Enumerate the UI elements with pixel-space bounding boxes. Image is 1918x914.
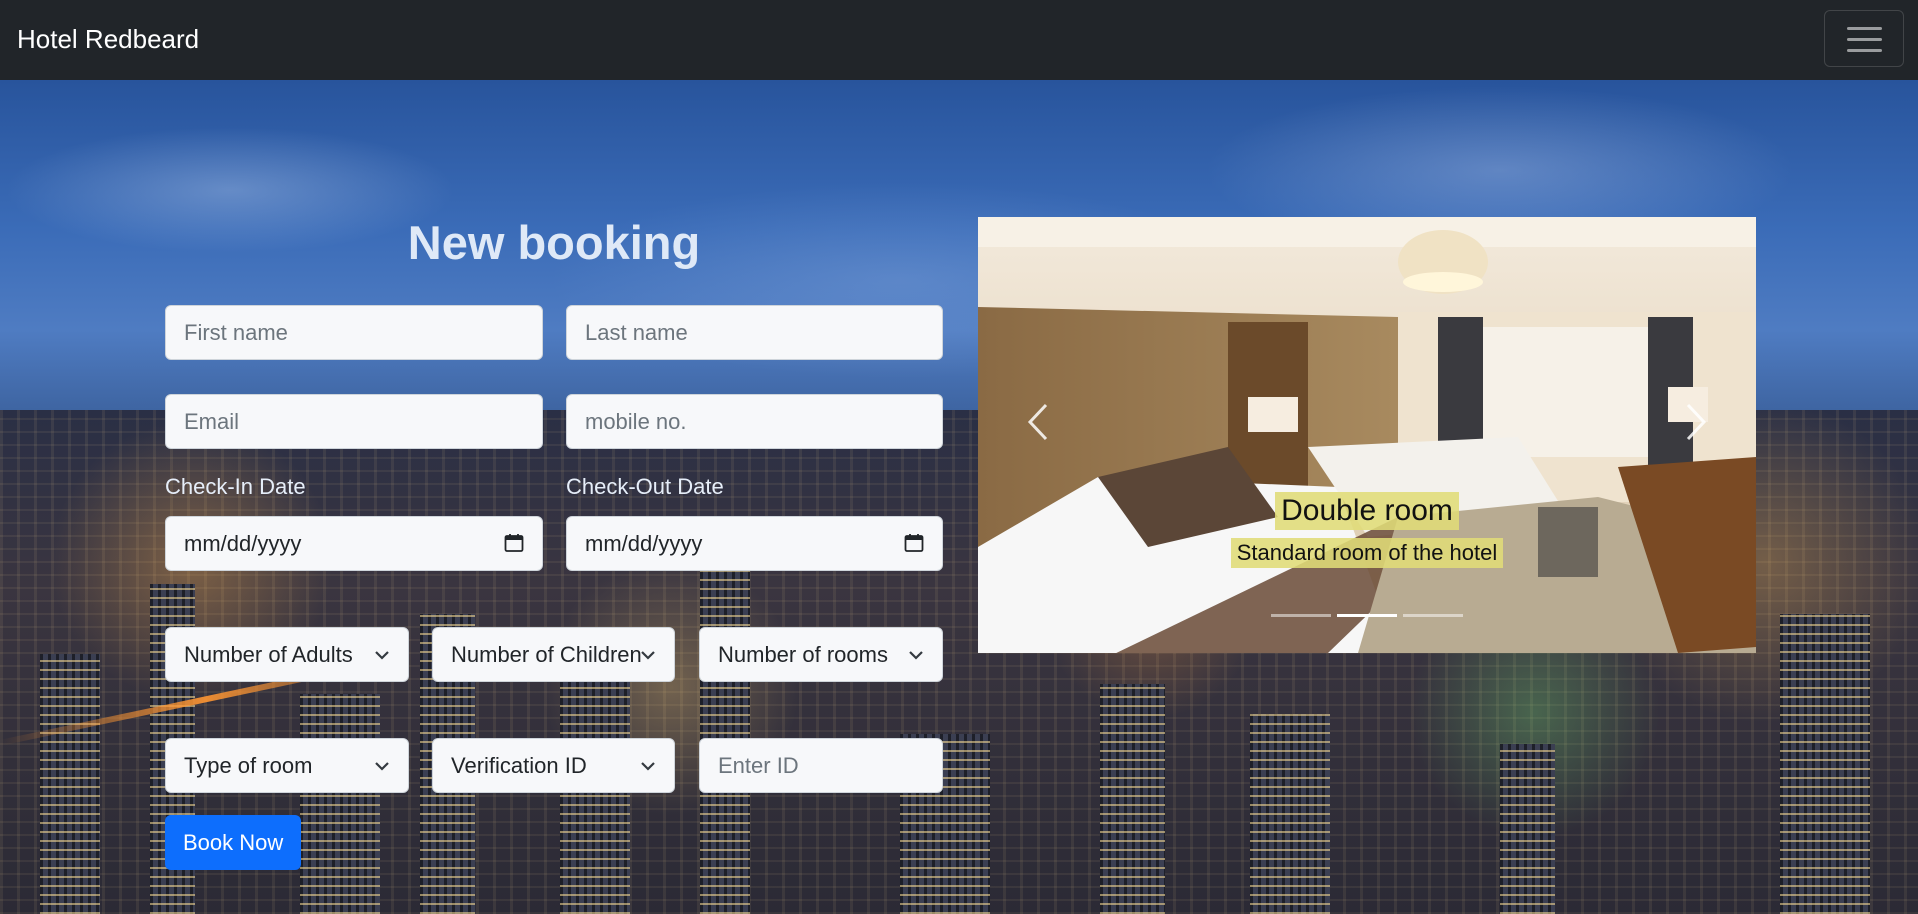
mobile-input[interactable] <box>566 394 943 449</box>
checkout-date-input[interactable]: mm/dd/yyyy <box>566 516 943 571</box>
email-input[interactable] <box>165 394 543 449</box>
checkin-date-value: mm/dd/yyyy <box>184 531 302 556</box>
children-select-value: Number of Children <box>451 642 642 667</box>
carousel-caption: Double room Standard room of the hotel <box>978 492 1756 568</box>
hamburger-icon <box>1847 49 1882 52</box>
carousel-indicator[interactable] <box>1337 614 1397 617</box>
building <box>1250 714 1330 914</box>
chevron-down-icon <box>909 651 923 660</box>
adults-select-value: Number of Adults <box>184 642 353 667</box>
building <box>40 654 100 914</box>
checkin-date-input[interactable]: mm/dd/yyyy <box>165 516 543 571</box>
calendar-icon[interactable] <box>504 533 524 553</box>
navbar: Hotel Redbeard <box>0 0 1918 80</box>
building <box>1780 614 1870 914</box>
room-photo <box>978 217 1756 653</box>
chevron-down-icon <box>375 762 389 771</box>
navbar-toggler-button[interactable] <box>1824 10 1904 67</box>
rooms-select-value: Number of rooms <box>718 642 888 667</box>
chevron-down-icon <box>375 651 389 660</box>
rooms-select[interactable]: Number of rooms <box>699 627 943 682</box>
chevron-down-icon <box>641 651 655 660</box>
carousel-indicator[interactable] <box>1271 614 1331 617</box>
room-type-select[interactable]: Type of room <box>165 738 409 793</box>
slide-subtitle: Standard room of the hotel <box>1230 538 1504 568</box>
hamburger-icon <box>1847 27 1882 30</box>
chevron-down-icon <box>641 762 655 771</box>
checkout-date-value: mm/dd/yyyy <box>585 531 703 556</box>
building <box>1100 684 1165 914</box>
carousel-prev-icon[interactable] <box>1018 397 1058 447</box>
building <box>300 694 380 914</box>
checkout-label: Check-Out Date <box>566 474 724 499</box>
room-carousel: Double room Standard room of the hotel <box>978 217 1756 653</box>
children-select[interactable]: Number of Children <box>432 627 675 682</box>
adults-select[interactable]: Number of Adults <box>165 627 409 682</box>
slide-title: Double room <box>1275 492 1459 530</box>
verification-id-select-value: Verification ID <box>451 753 587 778</box>
carousel-next-icon[interactable] <box>1676 397 1716 447</box>
carousel-indicators <box>978 614 1756 617</box>
verification-id-select[interactable]: Verification ID <box>432 738 675 793</box>
last-name-input[interactable] <box>566 305 943 360</box>
id-number-input[interactable] <box>699 738 943 793</box>
first-name-input[interactable] <box>165 305 543 360</box>
book-now-button[interactable]: Book Now <box>165 815 302 870</box>
room-type-select-value: Type of room <box>184 753 313 778</box>
carousel-indicator[interactable] <box>1403 614 1463 617</box>
calendar-icon[interactable] <box>904 533 924 553</box>
form-title: New booking <box>407 216 701 269</box>
checkin-label: Check-In Date <box>165 474 306 499</box>
building <box>700 554 750 914</box>
hamburger-icon <box>1847 38 1882 41</box>
building <box>1500 744 1555 914</box>
brand-link[interactable]: Hotel Redbeard <box>17 24 199 55</box>
